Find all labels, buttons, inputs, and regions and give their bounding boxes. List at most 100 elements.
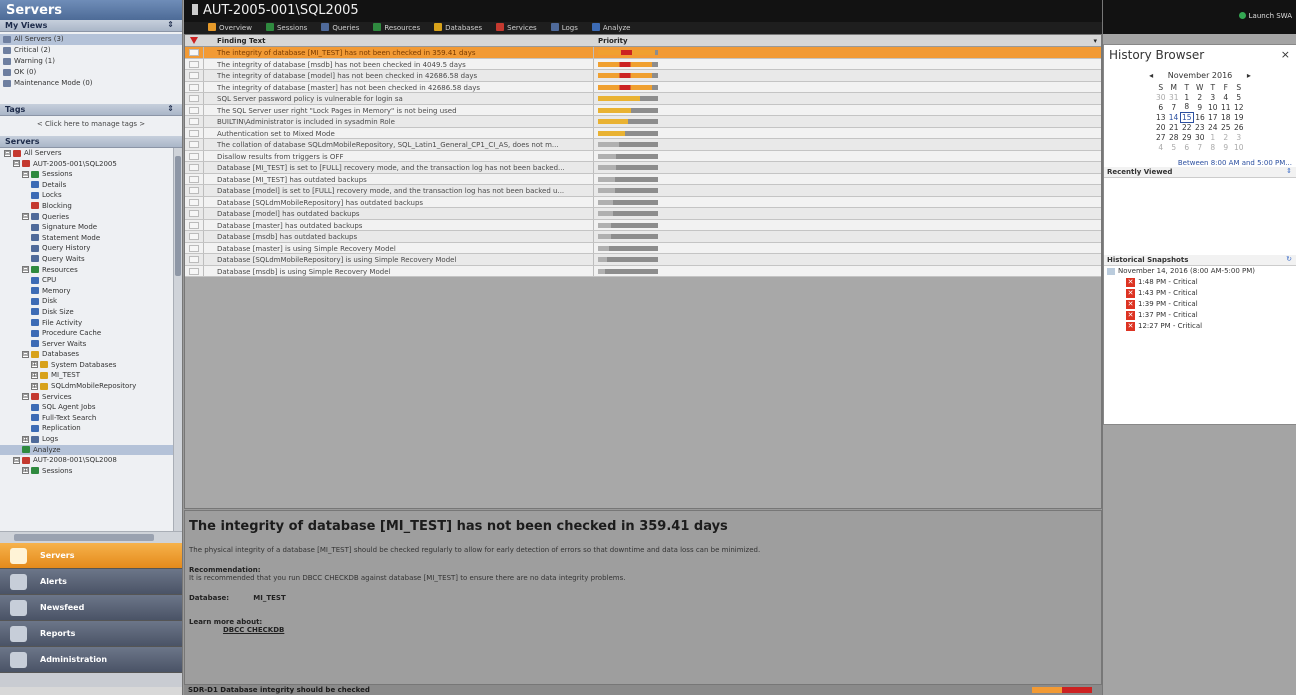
flag-icon[interactable]: [189, 187, 199, 194]
calendar-day[interactable]: 3: [1206, 92, 1219, 102]
tree-node[interactable]: ⊟ Resources: [0, 265, 182, 276]
tree-node[interactable]: ⊞ System Databases: [0, 360, 182, 371]
expand-toggle-icon[interactable]: ⊟: [22, 393, 29, 401]
expand-toggle-icon[interactable]: ⊞: [31, 382, 38, 390]
filter-icon[interactable]: [190, 37, 198, 44]
flag-icon[interactable]: [189, 152, 199, 160]
tree-node[interactable]: Blocking: [0, 201, 182, 212]
server-tab[interactable]: Sessions: [265, 22, 307, 34]
calendar-day[interactable]: 14: [1167, 112, 1180, 122]
dbcc-checkdb-link[interactable]: DBCC CHECKDB: [223, 626, 1097, 634]
grid-row[interactable]: Authentication set to Mixed Mode: [185, 127, 1101, 139]
flag-icon[interactable]: [189, 244, 199, 252]
grid-row[interactable]: The integrity of database [master] has n…: [185, 81, 1101, 93]
tree-node[interactable]: Statement Mode: [0, 233, 182, 244]
expand-toggle-icon[interactable]: ⊞: [31, 361, 38, 369]
grid-row[interactable]: Database [model] has outdated backups: [185, 208, 1101, 220]
tree-node[interactable]: ⊟ All Servers: [0, 148, 182, 159]
nav-button[interactable]: Administration: [0, 647, 182, 673]
tree-node[interactable]: Full-Text Search: [0, 413, 182, 424]
expand-toggle-icon[interactable]: ⊞: [22, 435, 29, 443]
calendar-day[interactable]: 19: [1232, 112, 1245, 122]
calendar-day[interactable]: 1: [1180, 92, 1193, 102]
flag-icon[interactable]: [189, 106, 199, 114]
tree-node[interactable]: ⊞ SQLdmMobileRepository: [0, 381, 182, 392]
snapshot-item[interactable]: 12:27 PM - Critical: [1104, 321, 1296, 332]
grid-row[interactable]: The collation of database SQLdmMobileRep…: [185, 139, 1101, 151]
priority-header[interactable]: Priority: [598, 37, 628, 45]
grid-row[interactable]: The integrity of database [model] has no…: [185, 70, 1101, 82]
calendar-day[interactable]: 5: [1232, 92, 1245, 102]
tree-hscrollbar[interactable]: [0, 531, 182, 543]
flag-icon[interactable]: [189, 233, 199, 240]
expand-toggle-icon[interactable]: ⊞: [22, 467, 29, 475]
tree-node[interactable]: Analyze: [0, 444, 182, 456]
server-tab[interactable]: Logs: [550, 22, 578, 34]
calendar-day[interactable]: 24: [1206, 122, 1219, 132]
calendar-day[interactable]: 17: [1206, 112, 1219, 122]
grid-row[interactable]: The integrity of database [MI_TEST] has …: [185, 47, 1101, 59]
tree-node[interactable]: ⊟ Services: [0, 392, 182, 403]
calendar-day[interactable]: 8: [1206, 142, 1219, 152]
view-item[interactable]: OK (0): [0, 67, 182, 78]
expand-toggle-icon[interactable]: ⊟: [4, 149, 11, 157]
calendar-day[interactable]: 30: [1154, 92, 1167, 102]
time-range-link[interactable]: Between 8:00 AM and 5:00 PM...: [1104, 159, 1296, 167]
calendar-day[interactable]: 29: [1180, 132, 1193, 142]
calendar-day[interactable]: 13: [1154, 112, 1167, 122]
flag-icon[interactable]: [189, 49, 199, 56]
expand-icon[interactable]: ⇕: [1286, 167, 1292, 175]
tree-node[interactable]: ⊟ AUT-2008-001\SQL2008: [0, 455, 182, 466]
filter-column[interactable]: [185, 35, 203, 47]
view-item[interactable]: Maintenance Mode (0): [0, 78, 182, 89]
scroll-thumb[interactable]: [14, 534, 154, 541]
grid-row[interactable]: Database [SQLdmMobileRepository] is usin…: [185, 254, 1101, 266]
tree-node[interactable]: CPU: [0, 275, 182, 286]
collapse-icon[interactable]: ⇕: [167, 104, 174, 113]
next-month-icon[interactable]: ▸: [1247, 71, 1251, 80]
grid-row[interactable]: Database [msdb] has outdated backups: [185, 231, 1101, 243]
calendar-day[interactable]: 20: [1154, 122, 1167, 132]
calendar-day[interactable]: 10: [1206, 102, 1219, 112]
nav-button[interactable]: Reports: [0, 621, 182, 647]
calendar-day[interactable]: 8: [1180, 102, 1193, 112]
grid-row[interactable]: Database [SQLdmMobileRepository] has out…: [185, 196, 1101, 208]
scroll-thumb[interactable]: [175, 156, 181, 276]
calendar-day[interactable]: 12: [1232, 102, 1245, 112]
grid-row[interactable]: Database [MI_TEST] is set to [FULL] reco…: [185, 162, 1101, 174]
tree-node[interactable]: Query History: [0, 243, 182, 254]
refresh-icon[interactable]: ↻: [1286, 255, 1292, 263]
grid-row[interactable]: Database [master] is using Simple Recove…: [185, 242, 1101, 254]
flag-icon[interactable]: [189, 221, 199, 229]
calendar-day[interactable]: 18: [1219, 112, 1232, 122]
grid-row[interactable]: Database [model] is set to [FULL] recove…: [185, 185, 1101, 197]
my-views-header[interactable]: My Views ⇕: [0, 20, 182, 32]
calendar-day[interactable]: 7: [1167, 102, 1180, 112]
flag-icon[interactable]: [189, 95, 199, 102]
calendar-day[interactable]: 23: [1193, 122, 1206, 132]
expand-toggle-icon[interactable]: ⊟: [22, 170, 29, 178]
expand-toggle-icon[interactable]: ⊟: [22, 266, 29, 274]
tree-node[interactable]: Replication: [0, 423, 182, 434]
nav-button[interactable]: Servers: [0, 543, 182, 569]
tree-scrollbar[interactable]: [173, 148, 182, 531]
server-tab[interactable]: Queries: [321, 22, 359, 34]
close-icon[interactable]: ×: [1281, 48, 1290, 61]
collapse-icon[interactable]: ⇕: [167, 20, 174, 29]
tree-node[interactable]: ⊟ Sessions: [0, 169, 182, 180]
grid-row[interactable]: Database [msdb] is using Simple Recovery…: [185, 265, 1101, 277]
calendar-day[interactable]: 16: [1193, 112, 1206, 122]
flag-icon[interactable]: [189, 256, 199, 263]
calendar-day[interactable]: 5: [1167, 142, 1180, 152]
flag-icon[interactable]: [189, 210, 199, 217]
flag-icon[interactable]: [189, 198, 199, 206]
calendar-day[interactable]: 6: [1154, 102, 1167, 112]
calendar-day[interactable]: 26: [1232, 122, 1245, 132]
expand-toggle-icon[interactable]: ⊟: [13, 456, 20, 464]
server-tab[interactable]: Analyze: [591, 22, 630, 34]
tree-node[interactable]: Signature Mode: [0, 222, 182, 233]
flag-icon[interactable]: [189, 72, 199, 79]
tree-node[interactable]: ⊞ MI_TEST: [0, 370, 182, 381]
tree-node[interactable]: ⊟ AUT-2005-001\SQL2005: [0, 159, 182, 170]
flag-icon[interactable]: [189, 129, 199, 137]
